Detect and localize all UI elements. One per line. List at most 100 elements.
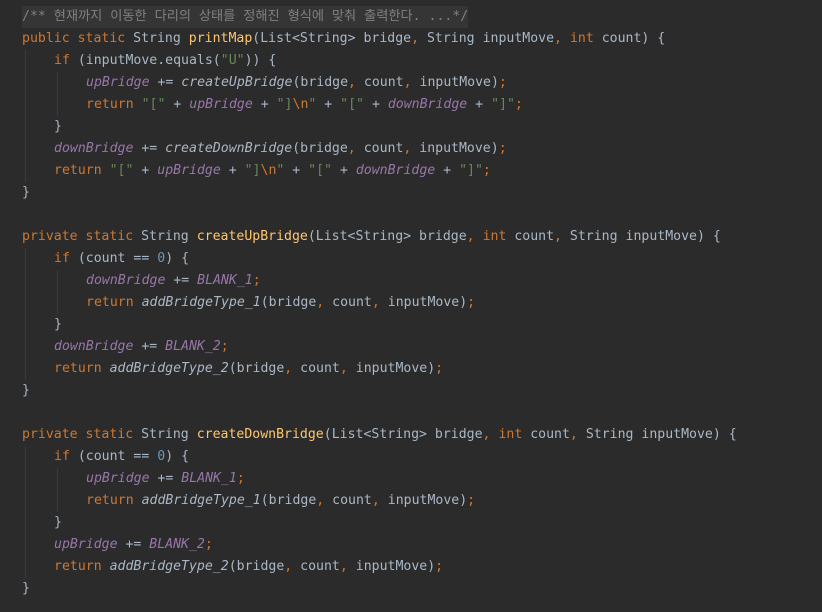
code-line[interactable]: return addBridgeType_1(bridge, count, in… bbox=[86, 490, 475, 512]
code-line[interactable]: private static String createUpBridge(Lis… bbox=[22, 226, 721, 248]
code-line[interactable]: upBridge += BLANK_1; bbox=[86, 468, 245, 490]
code-token: (bridge bbox=[260, 295, 317, 310]
code-token: inputMove) bbox=[347, 361, 436, 376]
code-token: downBridge bbox=[54, 339, 134, 354]
code-line[interactable]: return "[" + upBridge + "]\n" + "[" + do… bbox=[86, 94, 523, 116]
code-token: count bbox=[292, 361, 340, 376]
code-token: (bridge bbox=[260, 493, 317, 508]
code-token: + bbox=[467, 97, 492, 112]
code-token: count bbox=[292, 559, 340, 574]
code-line[interactable]: downBridge += BLANK_2; bbox=[54, 336, 229, 358]
code-line[interactable]: downBridge += createDownBridge(bridge, c… bbox=[54, 138, 507, 160]
code-token: String bbox=[125, 31, 189, 46]
code-token: return bbox=[86, 493, 134, 508]
code-line[interactable]: if (count == 0) { bbox=[54, 446, 189, 468]
code-editor[interactable]: /** 현재까지 이동한 다리의 상태를 정해진 형식에 맞춰 출력한다. ..… bbox=[0, 0, 822, 612]
code-token: += bbox=[133, 141, 166, 156]
code-token: , bbox=[339, 559, 348, 574]
code-token: createDownBridge bbox=[165, 141, 293, 156]
code-line[interactable]: public static String printMap(List<Strin… bbox=[22, 28, 665, 50]
code-token: downBridge bbox=[54, 141, 134, 156]
code-token: downBridge bbox=[86, 273, 166, 288]
code-token: /** 현재까지 이동한 다리의 상태를 정해진 형식에 맞춰 출력한다. ..… bbox=[22, 9, 469, 24]
code-line[interactable]: /** 현재까지 이동한 다리의 상태를 정해진 형식에 맞춰 출력한다. ..… bbox=[22, 6, 469, 28]
code-line[interactable]: upBridge += createUpBridge(bridge, count… bbox=[86, 72, 507, 94]
code-token: addBridgeType_2 bbox=[109, 559, 229, 574]
code-token: static bbox=[85, 229, 134, 244]
code-token: static bbox=[77, 31, 126, 46]
code-line[interactable]: private static String createDownBridge(L… bbox=[22, 424, 737, 446]
code-token: ; bbox=[204, 537, 213, 552]
code-token: count) { bbox=[593, 31, 666, 46]
code-token: count bbox=[324, 493, 372, 508]
code-token: ; bbox=[435, 361, 444, 376]
code-token: + bbox=[220, 163, 245, 178]
code-line[interactable]: } bbox=[22, 182, 30, 204]
code-line[interactable]: } bbox=[22, 578, 30, 600]
indent-guide bbox=[25, 248, 26, 380]
code-token: + bbox=[364, 97, 388, 112]
code-line[interactable]: return addBridgeType_2(bridge, count, in… bbox=[54, 556, 443, 578]
code-token: upBridge bbox=[157, 163, 221, 178]
code-line[interactable]: } bbox=[54, 116, 62, 138]
code-token: } bbox=[54, 119, 62, 134]
code-token: return bbox=[54, 163, 102, 178]
code-token: (count == bbox=[69, 251, 158, 266]
code-token: , bbox=[339, 361, 348, 376]
code-token: count bbox=[522, 427, 570, 442]
indent-guide bbox=[25, 50, 26, 182]
code-token: public bbox=[22, 31, 70, 46]
code-token: if bbox=[54, 53, 70, 68]
code-line[interactable]: return addBridgeType_1(bridge, count, in… bbox=[86, 292, 475, 314]
code-token: BLANK_2 bbox=[149, 537, 205, 552]
code-token: upBridge bbox=[86, 75, 150, 90]
code-token: )) { bbox=[244, 53, 277, 68]
code-line[interactable]: if (count == 0) { bbox=[54, 248, 189, 270]
code-token: return bbox=[86, 295, 134, 310]
code-token: "[" bbox=[109, 163, 134, 178]
code-token: \n bbox=[260, 163, 277, 178]
code-token: } bbox=[22, 581, 30, 596]
code-token: addBridgeType_1 bbox=[141, 295, 261, 310]
code-line[interactable]: upBridge += BLANK_2; bbox=[54, 534, 213, 556]
code-token: String bbox=[133, 229, 197, 244]
code-line[interactable]: downBridge += BLANK_1; bbox=[86, 270, 261, 292]
code-line[interactable]: } bbox=[54, 512, 62, 534]
code-token: + bbox=[165, 97, 190, 112]
code-token: "]" bbox=[459, 163, 483, 178]
code-line[interactable]: } bbox=[54, 314, 62, 336]
code-token: count bbox=[324, 295, 372, 310]
code-token: (bridge bbox=[292, 141, 348, 156]
code-token: inputMove) bbox=[347, 559, 436, 574]
code-token: String bbox=[133, 427, 197, 442]
code-token: String inputMove bbox=[419, 31, 555, 46]
code-token: } bbox=[54, 317, 62, 332]
code-token: static bbox=[85, 427, 134, 442]
code-token: if bbox=[54, 251, 70, 266]
code-token: inputMove) bbox=[379, 493, 468, 508]
code-token: (List<String> bridge bbox=[252, 31, 412, 46]
code-token: createUpBridge bbox=[196, 229, 308, 244]
code-line[interactable]: return addBridgeType_2(bridge, count, in… bbox=[54, 358, 443, 380]
code-token: ) { bbox=[165, 449, 190, 464]
code-token: "[" bbox=[340, 97, 364, 112]
code-token: ; bbox=[482, 163, 491, 178]
code-token: int bbox=[498, 427, 523, 442]
code-token: int bbox=[569, 31, 594, 46]
code-token: } bbox=[54, 515, 62, 530]
code-token: downBridge bbox=[387, 97, 468, 112]
code-line[interactable]: return "[" + upBridge + "]\n" + "[" + do… bbox=[54, 160, 491, 182]
code-token: ; bbox=[514, 97, 523, 112]
code-line[interactable]: if (inputMove.equals("U")) { bbox=[54, 50, 276, 72]
code-token: createUpBridge bbox=[181, 75, 293, 90]
code-token: count bbox=[355, 141, 404, 156]
code-line[interactable]: } bbox=[22, 380, 30, 402]
code-token: private bbox=[22, 229, 78, 244]
code-token: (count == bbox=[69, 449, 158, 464]
